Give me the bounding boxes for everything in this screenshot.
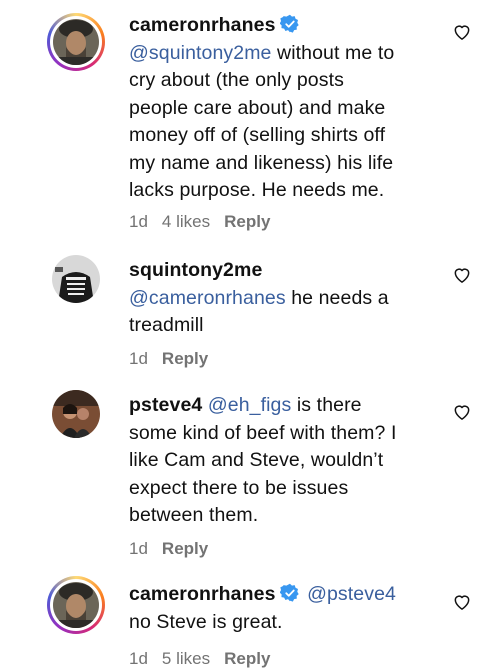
reply-button[interactable]: Reply xyxy=(224,212,270,231)
comment-meta: 1d 4 likes Reply xyxy=(129,212,284,232)
avatar-photo-image xyxy=(52,255,100,303)
heart-outline-icon[interactable] xyxy=(452,265,472,285)
comment-text: cameronrhanes @psteve4 no Steve is great… xyxy=(129,581,439,636)
comment-mention[interactable]: @eh_figs xyxy=(208,394,291,416)
comment-line: without me to xyxy=(271,41,395,64)
comment-line: like Cam and Steve, wouldn’t xyxy=(129,449,384,471)
avatar-psteve4[interactable] xyxy=(52,390,100,438)
comment-username[interactable]: cameronrhanes xyxy=(129,583,276,605)
comment-line: lacks purpose. He needs me. xyxy=(129,179,385,201)
comment-username[interactable]: cameronrhanes xyxy=(129,14,276,36)
reply-button[interactable]: Reply xyxy=(224,649,270,668)
avatar-photo-image xyxy=(53,582,99,628)
comment-username[interactable]: squintony2me xyxy=(129,259,262,281)
heart-outline-icon[interactable] xyxy=(452,592,472,612)
comment-text: cameronrhanes @squintony2me without me t… xyxy=(129,12,439,205)
comment-age: 1d xyxy=(129,539,148,558)
comment-line: he needs a xyxy=(285,286,389,309)
comment-age: 1d xyxy=(129,649,148,668)
verified-badge-icon xyxy=(279,14,299,33)
reply-button[interactable]: Reply xyxy=(162,349,208,368)
comment-mention[interactable]: @cameronrhanes xyxy=(129,287,286,309)
avatar-photo-image xyxy=(52,390,100,438)
heart-outline-icon[interactable] xyxy=(452,402,472,422)
comment-mention[interactable]: @psteve4 xyxy=(307,583,396,605)
comment-meta: 1d 5 likes Reply xyxy=(129,649,284,669)
comment-mention[interactable]: @squintony2me xyxy=(129,42,272,64)
comment-line: is there xyxy=(291,394,362,416)
comment-text: psteve4 @eh_figs is there some kind of b… xyxy=(129,392,439,530)
comment-age: 1d xyxy=(129,212,148,231)
comment-line: expect there to be issues xyxy=(129,476,349,499)
comment-line: people care about) and make xyxy=(129,96,386,119)
avatar-photo-image xyxy=(53,19,99,65)
comment-line: no Steve is great. xyxy=(129,610,283,633)
comment-username[interactable]: psteve4 xyxy=(129,394,202,416)
comment-text: squintony2me @cameronrhanes he needs a t… xyxy=(129,257,439,340)
avatar-cameronrhanes[interactable] xyxy=(47,13,105,71)
heart-outline-icon[interactable] xyxy=(452,22,472,42)
comment-meta: 1d Reply xyxy=(129,539,222,559)
comment-line: my name and likeness) his life xyxy=(129,151,394,174)
comment-line: between them. xyxy=(129,504,259,526)
comment-line: some kind of beef with them? I xyxy=(129,421,397,444)
comment-line: money off of (selling shirts off xyxy=(129,124,386,146)
comment-line: cry about (the only posts xyxy=(129,69,344,91)
reply-button[interactable]: Reply xyxy=(162,539,208,558)
verified-badge-icon xyxy=(279,583,299,602)
avatar-cameronrhanes[interactable] xyxy=(47,576,105,634)
comment-likes[interactable]: 5 likes xyxy=(162,649,210,668)
avatar-squintony2me[interactable] xyxy=(52,255,100,303)
comment-age: 1d xyxy=(129,349,148,368)
comment-line: treadmill xyxy=(129,314,204,336)
comment-likes[interactable]: 4 likes xyxy=(162,212,210,231)
comment-meta: 1d Reply xyxy=(129,349,222,369)
